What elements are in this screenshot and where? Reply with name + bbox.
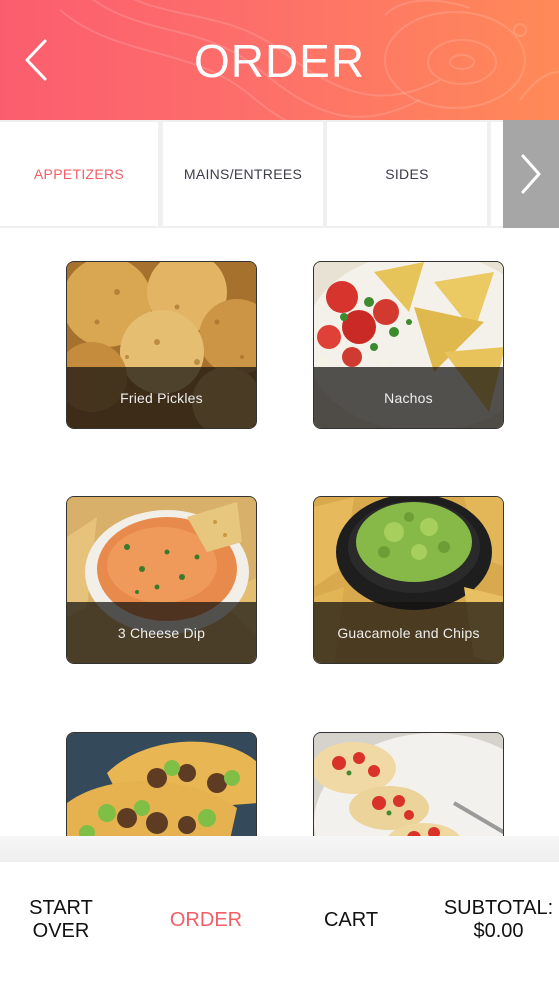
subtotal-value: $0.00 bbox=[473, 920, 524, 942]
tab-appetizers[interactable]: APPETIZERS bbox=[0, 122, 158, 226]
menu-item-guacamole-and-chips[interactable]: Guacamole and Chips bbox=[313, 496, 504, 664]
app-header: ORDER bbox=[0, 0, 559, 120]
menu-item-nachos[interactable]: Nachos bbox=[313, 261, 504, 429]
start-over-button[interactable]: START OVER bbox=[0, 862, 122, 978]
cart-nav-button[interactable]: CART bbox=[292, 862, 410, 978]
tab-partial-next[interactable] bbox=[491, 122, 503, 226]
menu-item-fried-pickles[interactable]: Fried Pickles bbox=[66, 261, 257, 429]
tacos-image bbox=[67, 733, 256, 836]
menu-item-tacos[interactable] bbox=[66, 732, 257, 836]
subtotal-display: SUBTOTAL: $0.00 bbox=[438, 862, 559, 978]
page-title: ORDER bbox=[193, 35, 366, 87]
bottom-navigation: START OVER ORDER CART SUBTOTAL: $0.00 bbox=[0, 862, 559, 993]
menu-item-label: Fried Pickles bbox=[67, 367, 256, 428]
subtotal-label: SUBTOTAL: bbox=[443, 897, 554, 919]
menu-item-label: Guacamole and Chips bbox=[314, 602, 503, 663]
tab-mains-entrees[interactable]: MAINS/ENTREES bbox=[163, 122, 323, 226]
chevron-right-icon bbox=[521, 154, 541, 194]
menu-item-bruschetta[interactable] bbox=[313, 732, 504, 836]
order-nav-button[interactable]: ORDER bbox=[148, 862, 264, 978]
category-tabs: APPETIZERS MAINS/ENTREES SIDES bbox=[0, 120, 559, 228]
bruschetta-image bbox=[314, 733, 503, 836]
menu-item-label: 3 Cheese Dip bbox=[67, 602, 256, 663]
tab-sides[interactable]: SIDES bbox=[327, 122, 487, 226]
bottom-nav-shadow bbox=[0, 836, 559, 864]
menu-grid: Fried Pickles Nachos 3 Cheese Dip Guacam… bbox=[0, 228, 559, 836]
menu-item-3-cheese-dip[interactable]: 3 Cheese Dip bbox=[66, 496, 257, 664]
menu-item-label: Nachos bbox=[314, 367, 503, 428]
tabs-next-button[interactable] bbox=[503, 120, 559, 228]
